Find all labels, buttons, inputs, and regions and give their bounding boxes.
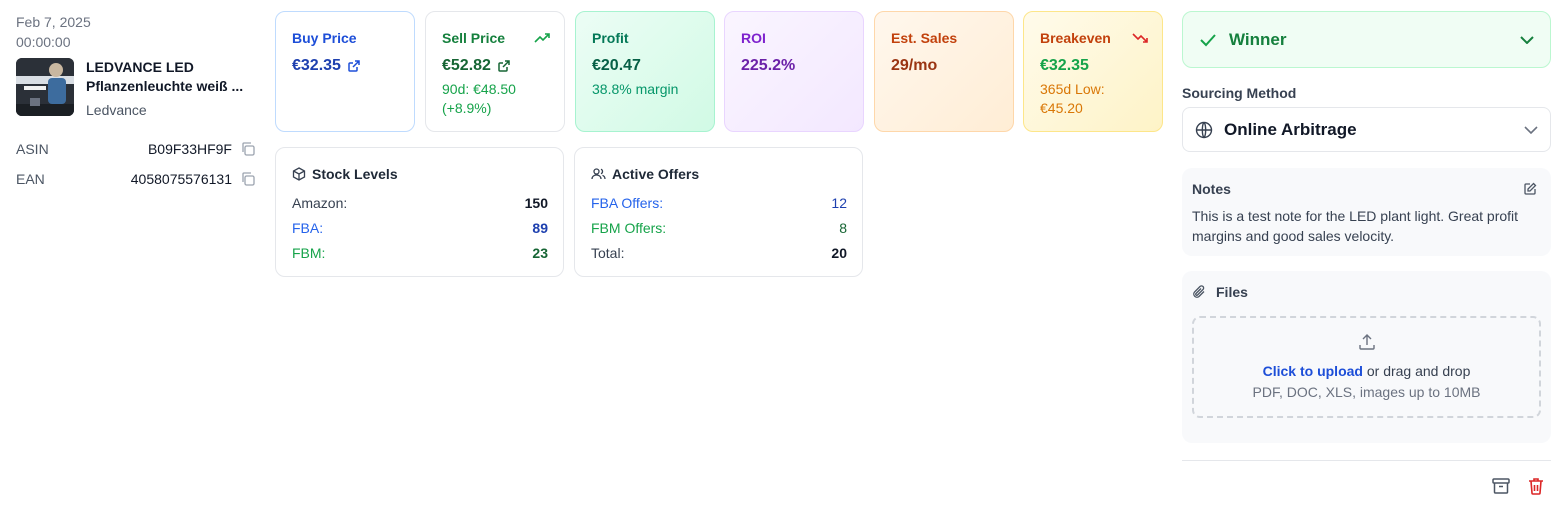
buy-price-value: €32.35 bbox=[292, 57, 341, 74]
profit-card: Profit €20.47 38.8% margin bbox=[575, 11, 715, 132]
breakeven-value: €32.35 bbox=[1040, 57, 1089, 74]
stock-levels-title: Stock Levels bbox=[312, 166, 398, 182]
offers-total-label: Total: bbox=[591, 244, 625, 261]
active-offers-panel: Active Offers FBA Offers: 12 FBM Offers:… bbox=[574, 147, 863, 277]
product-panel: Feb 7, 2025 00:00:00 LEDVANCE LED Pflanz… bbox=[16, 12, 256, 194]
roi-card: ROI 225.2% bbox=[724, 11, 864, 132]
status-label: Winner bbox=[1229, 29, 1287, 49]
chevron-down-icon bbox=[1524, 125, 1538, 134]
edit-icon[interactable] bbox=[1523, 182, 1537, 196]
check-icon bbox=[1200, 33, 1216, 46]
sidebar-panel: Winner Sourcing Method Online Arbitrage … bbox=[1182, 11, 1551, 443]
notes-body[interactable]: This is a test note for the LED plant li… bbox=[1192, 206, 1541, 246]
package-icon bbox=[292, 167, 306, 181]
sourcing-method-label: Sourcing Method bbox=[1182, 85, 1297, 101]
product-brand: Ledvance bbox=[86, 102, 147, 118]
roi-value: 225.2% bbox=[741, 57, 796, 74]
upload-link[interactable]: Click to upload bbox=[1263, 363, 1363, 379]
external-link-icon[interactable] bbox=[347, 59, 361, 73]
trending-up-icon bbox=[534, 33, 550, 43]
file-dropzone[interactable]: Click to upload or drag and drop PDF, DO… bbox=[1192, 316, 1541, 418]
stock-amazon-value: 150 bbox=[524, 194, 548, 211]
sourcing-method-select[interactable]: Online Arbitrage bbox=[1182, 107, 1551, 152]
stock-amazon-label: Amazon: bbox=[292, 194, 348, 211]
trending-down-icon bbox=[1132, 33, 1148, 43]
stock-fbm-label: FBM: bbox=[292, 244, 326, 261]
sell-price-title: Sell Price bbox=[442, 30, 506, 46]
stock-fba-label: FBA: bbox=[292, 219, 324, 236]
breakeven-title: Breakeven bbox=[1040, 30, 1111, 46]
profit-title: Profit bbox=[592, 30, 629, 46]
globe-icon bbox=[1195, 121, 1213, 138]
sell-price-value: €52.82 bbox=[442, 57, 491, 74]
sourcing-method-value: Online Arbitrage bbox=[1224, 119, 1357, 139]
product-title[interactable]: LEDVANCE LED Pflanzenleuchte weiß ... bbox=[86, 58, 252, 96]
upload-icon bbox=[1358, 334, 1375, 350]
stock-levels-panel: Stock Levels Amazon: 150 FBA: 89 FBM: 23 bbox=[275, 147, 564, 277]
breakeven-card: Breakeven €32.35 365d Low: €45.20 bbox=[1023, 11, 1163, 132]
offers-row-total: Total: 20 bbox=[591, 240, 847, 265]
files-panel: Files Click to upload or drag and drop P… bbox=[1182, 271, 1551, 443]
upload-hint: PDF, DOC, XLS, images up to 10MB bbox=[1252, 384, 1481, 400]
offers-fba-value: 12 bbox=[831, 194, 847, 211]
asin-value: B09F33HF9F bbox=[147, 141, 232, 157]
files-title: Files bbox=[1216, 284, 1248, 300]
archive-icon[interactable] bbox=[1491, 476, 1511, 496]
est-sales-title: Est. Sales bbox=[891, 30, 958, 46]
stock-fbm-value: 23 bbox=[532, 244, 548, 261]
product-title-line1: LEDVANCE LED bbox=[86, 59, 194, 75]
profit-margin: 38.8% margin bbox=[592, 81, 679, 97]
buy-price-title: Buy Price bbox=[292, 30, 357, 46]
trash-icon[interactable] bbox=[1526, 476, 1546, 496]
product-thumbnail[interactable] bbox=[16, 58, 74, 116]
status-dropdown[interactable]: Winner bbox=[1182, 11, 1551, 68]
active-offers-title: Active Offers bbox=[612, 166, 700, 182]
stock-row-fbm: FBM: 23 bbox=[292, 240, 548, 265]
offers-fbm-value: 8 bbox=[839, 219, 847, 236]
buy-price-card: Buy Price €32.35 bbox=[275, 11, 415, 132]
offers-total-value: 20 bbox=[831, 244, 847, 261]
copy-asin-icon[interactable] bbox=[240, 141, 256, 157]
breakeven-365d-label: 365d Low: bbox=[1040, 81, 1105, 97]
breakeven-365d-value: €45.20 bbox=[1040, 100, 1083, 116]
product-time: 00:00:00 bbox=[16, 34, 71, 50]
users-icon bbox=[591, 168, 606, 180]
stock-fba-value: 89 bbox=[532, 219, 548, 236]
asin-row: ASIN B09F33HF9F bbox=[16, 134, 256, 164]
offers-fba-label: FBA Offers: bbox=[591, 194, 664, 211]
product-date: Feb 7, 2025 bbox=[16, 14, 91, 30]
product-header: LEDVANCE LED Pflanzenleuchte weiß ... Le… bbox=[16, 58, 256, 118]
copy-ean-icon[interactable] bbox=[240, 171, 256, 187]
offers-row-fbm: FBM Offers: 8 bbox=[591, 215, 847, 240]
est-sales-card: Est. Sales 29/mo bbox=[874, 11, 1014, 132]
ean-row: EAN 4058075576131 bbox=[16, 164, 256, 194]
roi-title: ROI bbox=[741, 30, 766, 46]
stock-row-fba: FBA: 89 bbox=[292, 215, 548, 240]
sell-price-90d: 90d: €48.50 bbox=[442, 81, 516, 97]
sell-price-change: (+8.9%) bbox=[442, 100, 492, 116]
product-title-line2: Pflanzenleuchte weiß ... bbox=[86, 78, 244, 94]
notes-panel: Notes This is a test note for the LED pl… bbox=[1182, 168, 1551, 256]
ean-label: EAN bbox=[16, 171, 45, 187]
sell-price-card: Sell Price €52.82 90d: €48.50 (+8.9%) bbox=[425, 11, 565, 132]
est-sales-value: 29/mo bbox=[891, 57, 938, 74]
offers-fbm-label: FBM Offers: bbox=[591, 219, 667, 236]
divider bbox=[1182, 460, 1551, 461]
chevron-down-icon bbox=[1520, 35, 1534, 44]
external-link-icon[interactable] bbox=[497, 59, 511, 73]
profit-value: €20.47 bbox=[592, 57, 641, 74]
stock-row-amazon: Amazon: 150 bbox=[292, 190, 548, 215]
asin-label: ASIN bbox=[16, 141, 49, 157]
ean-value: 4058075576131 bbox=[130, 171, 232, 187]
upload-text: or drag and drop bbox=[1362, 363, 1471, 379]
offers-row-fba: FBA Offers: 12 bbox=[591, 190, 847, 215]
notes-title: Notes bbox=[1192, 181, 1231, 197]
paperclip-icon bbox=[1193, 285, 1205, 298]
